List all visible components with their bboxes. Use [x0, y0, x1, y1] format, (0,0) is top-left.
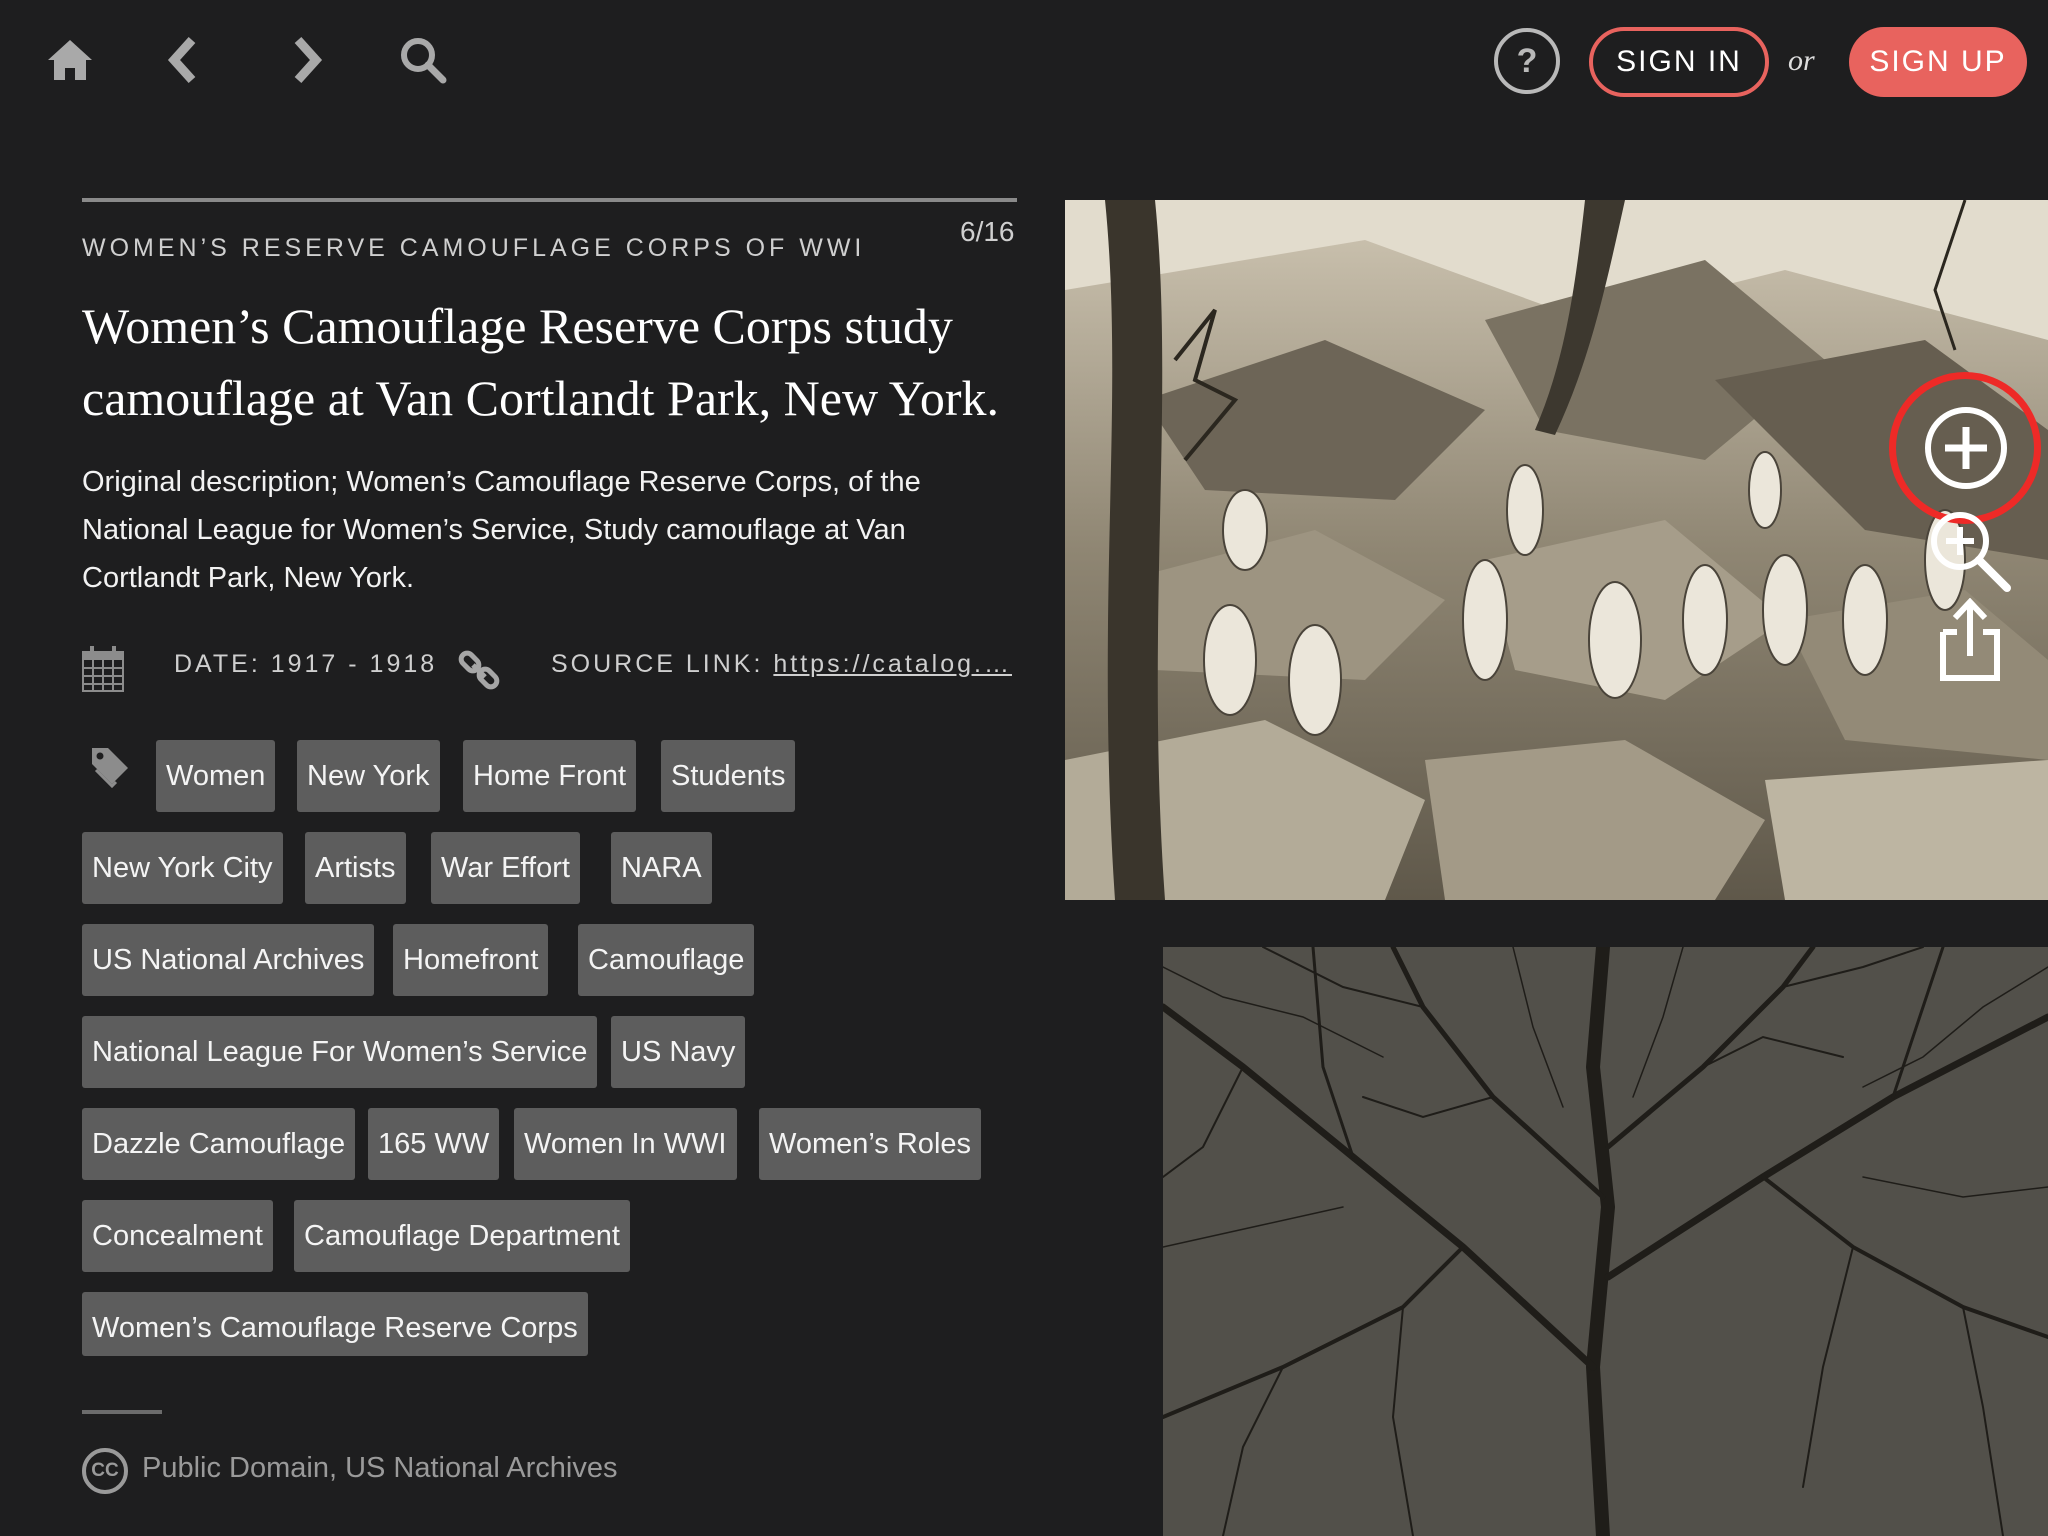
item-title: Women’s Camouflage Reserve Corps study c…	[82, 298, 999, 426]
tag-chip[interactable]: Home Front	[463, 740, 637, 812]
zoom-in-icon[interactable]	[1927, 508, 2013, 597]
creative-commons-icon: CC	[82, 1448, 128, 1494]
tag-chip[interactable]: Dazzle Camouflage	[82, 1108, 356, 1180]
tag-chip[interactable]: New York	[297, 740, 440, 812]
main-photo[interactable]	[1065, 200, 2048, 900]
tag-chip[interactable]: Camouflage Department	[294, 1200, 630, 1272]
tag-chip[interactable]: NARA	[611, 832, 712, 904]
home-icon[interactable]	[38, 28, 102, 92]
divider-top	[82, 198, 1017, 202]
or-text: or	[1788, 44, 1815, 77]
photo-bare-tree	[1163, 947, 2048, 1536]
tag-chip[interactable]: Homefront	[393, 924, 549, 996]
tag-chip[interactable]: 165 WW	[368, 1108, 500, 1180]
tag-chip[interactable]: US National Archives	[82, 924, 375, 996]
link-icon	[458, 650, 500, 690]
share-icon[interactable]	[1939, 597, 2001, 687]
add-circle-icon[interactable]	[1923, 405, 2009, 496]
source-link[interactable]: https://catalog.…	[773, 650, 1012, 678]
calendar-icon	[82, 646, 124, 692]
item-date: DATE: 1917 - 1918	[174, 650, 438, 678]
tag-icon	[92, 748, 128, 788]
collection-title[interactable]: WOMEN’S RESERVE CAMOUFLAGE CORPS OF WWI	[82, 234, 865, 263]
tag-chip[interactable]: War Effort	[431, 832, 580, 904]
next-photo[interactable]	[1163, 947, 2048, 1536]
chevron-left-icon[interactable]	[150, 28, 214, 92]
tag-chip[interactable]: National League For Women’s Service	[82, 1016, 598, 1088]
divider-bottom	[82, 1410, 162, 1414]
license-text: Public Domain, US National Archives	[142, 1452, 618, 1484]
page: ? SIGN IN or SIGN UP 6/16 WOMEN’S RESERV…	[0, 0, 2048, 1536]
tag-chip[interactable]: Concealment	[82, 1200, 273, 1272]
tag-chip[interactable]: Women’s Camouflage Reserve Corps	[82, 1292, 588, 1356]
tag-chip[interactable]: US Navy	[611, 1016, 746, 1088]
item-description: Original description; Women’s Camouflage…	[82, 466, 921, 594]
sign-up-button[interactable]: SIGN UP	[1849, 27, 2027, 97]
sign-in-label: SIGN IN	[1616, 45, 1742, 78]
tag-chip[interactable]: Women	[156, 740, 276, 812]
tag-chip[interactable]: Women In WWI	[514, 1108, 737, 1180]
chevron-right-icon[interactable]	[276, 28, 340, 92]
tag-chip[interactable]: Artists	[305, 832, 406, 904]
source-link-row: SOURCE LINK: https://catalog.…	[551, 650, 1012, 679]
tag-chip[interactable]: Women’s Roles	[759, 1108, 982, 1180]
sign-in-button[interactable]: SIGN IN	[1589, 27, 1769, 97]
tag-chip[interactable]: Camouflage	[578, 924, 755, 996]
help-label: ?	[1516, 41, 1538, 80]
source-label: SOURCE LINK:	[551, 650, 774, 678]
search-icon[interactable]	[391, 28, 455, 92]
meta-row: DATE: 1917 - 1918 SOURCE LINK: https://c…	[82, 642, 1022, 702]
tag-chip[interactable]: Students	[661, 740, 796, 812]
tag-chip[interactable]: New York City	[82, 832, 283, 904]
photo-rocky-hillside	[1065, 200, 2048, 900]
help-button[interactable]: ?	[1494, 28, 1560, 94]
sign-up-label: SIGN UP	[1869, 45, 2007, 78]
slide-counter: 6/16	[960, 216, 1015, 247]
